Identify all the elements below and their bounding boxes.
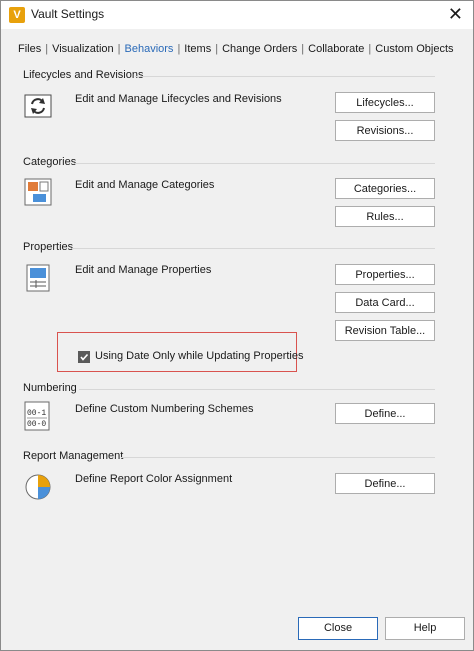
categories-button[interactable]: Categories...	[335, 178, 435, 199]
svg-text:00-0: 00-0	[27, 420, 46, 429]
tab-files[interactable]: Files	[18, 43, 41, 55]
tab-separator: |	[45, 43, 49, 55]
lifecycles-button[interactable]: Lifecycles...	[335, 92, 435, 113]
lifecycles-description: Edit and Manage Lifecycles and Revisions	[75, 93, 282, 105]
tab-change-orders[interactable]: Change Orders	[222, 43, 297, 55]
properties-description: Edit and Manage Properties	[75, 264, 212, 276]
group-title-numbering: Numbering	[23, 382, 77, 394]
tab-collaborate[interactable]: Collaborate	[308, 43, 364, 55]
tab-separator: |	[177, 43, 181, 55]
report-pie-icon	[23, 472, 53, 502]
app-icon-letter: V	[13, 9, 21, 21]
properties-icon	[23, 263, 53, 293]
define-numbering-button[interactable]: Define...	[335, 403, 435, 424]
window-title: Vault Settings	[31, 7, 105, 21]
tab-items[interactable]: Items	[184, 43, 211, 55]
group-divider	[79, 389, 435, 390]
categories-icon	[23, 177, 53, 207]
define-report-button[interactable]: Define...	[335, 473, 435, 494]
group-divider	[121, 457, 435, 458]
numbering-description: Define Custom Numbering Schemes	[75, 403, 254, 415]
group-title-categories: Categories	[23, 156, 77, 168]
dialog-window: V Vault Settings ✕ Files | Visualization | B…	[0, 0, 474, 651]
tab-separator: |	[117, 43, 121, 55]
help-button[interactable]: Help	[385, 617, 465, 640]
group-title-report: Report Management	[23, 450, 124, 462]
group-title-properties: Properties	[23, 241, 74, 253]
svg-text:00-1: 00-1	[27, 409, 46, 418]
group-divider	[135, 76, 435, 77]
properties-button[interactable]: Properties...	[335, 264, 435, 285]
numbering-icon: 00-1 00-0	[23, 400, 53, 431]
revision-table-button[interactable]: Revision Table...	[335, 320, 435, 341]
title-bar: V Vault Settings ✕	[1, 1, 473, 29]
tab-custom-objects[interactable]: Custom Objects	[375, 43, 453, 55]
data-card-button[interactable]: Data Card...	[335, 292, 435, 313]
rules-button[interactable]: Rules...	[335, 206, 435, 227]
tab-separator: |	[215, 43, 219, 55]
date-only-checkbox[interactable]	[78, 351, 90, 363]
vault-app-icon: V	[9, 7, 25, 23]
report-description: Define Report Color Assignment	[75, 473, 233, 485]
checkmark-icon	[80, 353, 89, 361]
revisions-button[interactable]: Revisions...	[335, 120, 435, 141]
tab-behaviors[interactable]: Behaviors	[125, 43, 174, 55]
close-icon[interactable]: ✕	[448, 4, 463, 25]
lifecycle-refresh-icon	[23, 91, 53, 121]
tab-bar: Files | Visualization | Behaviors | Items | Chan…	[18, 43, 454, 55]
date-only-checkbox-label[interactable]: Using Date Only while Updating Propertie…	[95, 350, 304, 362]
tab-separator: |	[301, 43, 305, 55]
group-divider	[72, 248, 435, 249]
group-divider	[75, 163, 435, 164]
tab-visualization[interactable]: Visualization	[52, 43, 114, 55]
tab-separator: |	[368, 43, 372, 55]
group-title-lifecycles: Lifecycles and Revisions	[23, 69, 144, 81]
close-button[interactable]: Close	[298, 617, 378, 640]
categories-description: Edit and Manage Categories	[75, 179, 215, 191]
